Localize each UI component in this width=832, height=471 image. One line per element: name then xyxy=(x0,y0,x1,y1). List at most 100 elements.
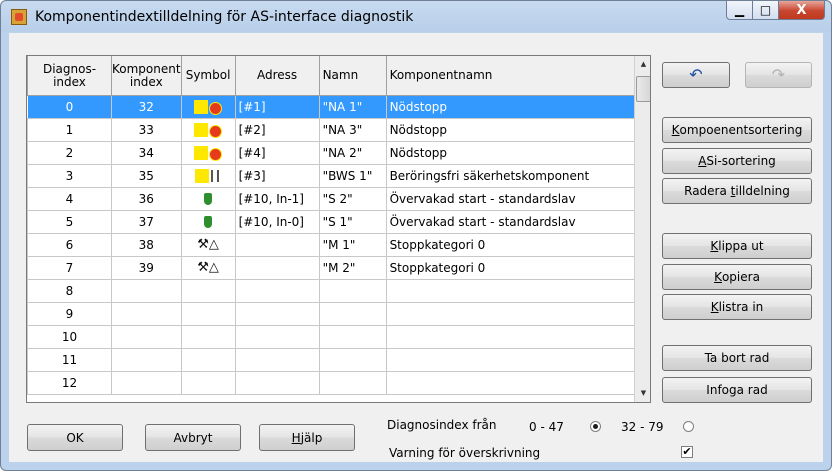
header-diagnos-index[interactable]: Diagnos-index xyxy=(27,56,112,96)
scroll-down-icon[interactable]: ▼ xyxy=(635,385,650,402)
cell-adress[interactable]: [#2] xyxy=(234,118,320,142)
cell-symbol[interactable] xyxy=(180,348,236,372)
table-row[interactable]: 9 xyxy=(27,302,644,326)
cell-komponent-index[interactable]: 35 xyxy=(111,164,182,188)
overwrite-warning-label[interactable]: Varning för överskrivning xyxy=(389,446,540,460)
cell-symbol[interactable]: ⚒△ xyxy=(180,233,236,257)
table-row[interactable]: 6 38 ⚒△ "M 1" Stoppkategori 0 xyxy=(27,233,644,257)
cell-adress[interactable]: [#1] xyxy=(234,95,320,119)
cell-symbol[interactable] xyxy=(180,279,236,303)
cell-symbol[interactable] xyxy=(180,95,236,119)
cell-adress[interactable] xyxy=(234,325,320,349)
range-32-79-label[interactable]: 32 - 79 xyxy=(621,420,664,434)
range-0-47-label[interactable]: 0 - 47 xyxy=(529,420,564,434)
cell-diagnos-index[interactable]: 0 xyxy=(27,95,112,119)
cell-namn[interactable] xyxy=(318,302,387,326)
cell-symbol[interactable] xyxy=(180,118,236,142)
cell-diagnos-index[interactable]: 12 xyxy=(27,371,112,395)
cell-symbol[interactable] xyxy=(180,210,236,234)
cell-komponent-index[interactable]: 34 xyxy=(111,141,182,165)
cell-komponent-index[interactable] xyxy=(111,325,182,349)
minimize-button[interactable]: ▁ xyxy=(726,1,753,20)
klistra-in-button[interactable]: Klistra in xyxy=(662,294,812,320)
cell-adress[interactable] xyxy=(234,279,320,303)
cell-symbol[interactable] xyxy=(180,187,236,211)
cell-komponentnamn[interactable]: Nödstopp xyxy=(385,95,644,119)
cell-adress[interactable]: [#10, In-1] xyxy=(234,187,320,211)
table-row[interactable]: 3 35 [#3] "BWS 1" Beröringsfri säkerhetskomp… xyxy=(27,164,644,188)
table-row[interactable]: 10 xyxy=(27,325,644,349)
cell-adress[interactable] xyxy=(234,233,320,257)
cell-diagnos-index[interactable]: 8 xyxy=(27,279,112,303)
redo-button[interactable]: ↷ xyxy=(745,62,812,88)
table-row[interactable]: 2 34 [#4] "NA 2" Nödstopp xyxy=(27,141,644,165)
hjalp-button[interactable]: Hjälp xyxy=(259,424,355,451)
cell-namn[interactable]: "NA 3" xyxy=(318,118,387,142)
cell-komponentnamn[interactable]: Beröringsfri säkerhetskomponent xyxy=(385,164,644,188)
table-row[interactable]: 5 37 [#10, In-0] "S 1" Övervakad start - sta… xyxy=(27,210,644,234)
cell-komponent-index[interactable]: 33 xyxy=(111,118,182,142)
table-row[interactable]: 11 xyxy=(27,348,644,372)
range-0-47-radio[interactable] xyxy=(590,421,601,432)
cell-komponentnamn[interactable]: Nödstopp xyxy=(385,141,644,165)
cell-namn[interactable]: "NA 2" xyxy=(318,141,387,165)
cell-adress[interactable] xyxy=(234,348,320,372)
radera-tilldelning-button[interactable]: Radera t illdelning xyxy=(662,178,812,204)
cell-namn[interactable] xyxy=(318,279,387,303)
cell-namn[interactable]: "BWS 1" xyxy=(318,164,387,188)
cell-diagnos-index[interactable]: 3 xyxy=(27,164,112,188)
table-row[interactable]: 7 39 ⚒△ "M 2" Stoppkategori 0 xyxy=(27,256,644,280)
cell-komponent-index[interactable]: 38 xyxy=(111,233,182,257)
header-adress[interactable]: Adress xyxy=(234,56,320,96)
cell-komponent-index[interactable]: 32 xyxy=(111,95,182,119)
cell-namn[interactable]: "M 1" xyxy=(318,233,387,257)
cell-adress[interactable] xyxy=(234,256,320,280)
assignment-grid[interactable]: Diagnos-index Komponent index Symbol Adre… xyxy=(26,55,651,403)
cell-diagnos-index[interactable]: 11 xyxy=(27,348,112,372)
cell-komponentnamn[interactable]: Nödstopp xyxy=(385,118,644,142)
cell-adress[interactable]: [#10, In-0] xyxy=(234,210,320,234)
cell-namn[interactable] xyxy=(318,371,387,395)
cell-diagnos-index[interactable]: 10 xyxy=(27,325,112,349)
scroll-thumb[interactable] xyxy=(636,76,650,102)
avbryt-button[interactable]: Avbryt xyxy=(145,424,241,451)
table-row[interactable]: 12 xyxy=(27,371,644,395)
cell-namn[interactable]: "S 1" xyxy=(318,210,387,234)
cell-diagnos-index[interactable]: 1 xyxy=(27,118,112,142)
cell-komponentnamn[interactable] xyxy=(385,371,644,395)
cell-symbol[interactable] xyxy=(180,325,236,349)
komponentsortering-button[interactable]: Kompoenentsortering xyxy=(662,117,812,143)
table-row[interactable]: 0 32 [#1] "NA 1" Nödstopp xyxy=(27,95,644,119)
ok-button[interactable]: OK xyxy=(27,424,123,451)
undo-button[interactable]: ↶ xyxy=(662,62,730,88)
cell-komponent-index[interactable] xyxy=(111,348,182,372)
maximize-button[interactable]: □ xyxy=(753,1,779,20)
cell-diagnos-index[interactable]: 4 xyxy=(27,187,112,211)
cell-diagnos-index[interactable]: 2 xyxy=(27,141,112,165)
header-komponentnamn[interactable]: Komponentnamn xyxy=(385,56,644,96)
close-button[interactable]: X xyxy=(779,1,825,20)
cell-symbol[interactable]: ⚒△ xyxy=(180,256,236,280)
overwrite-warning-checkbox[interactable]: ✔ xyxy=(681,446,693,458)
cell-symbol[interactable] xyxy=(180,302,236,326)
cell-komponentnamn[interactable] xyxy=(385,348,644,372)
scroll-up-icon[interactable]: ▲ xyxy=(635,56,650,73)
cell-komponentnamn[interactable]: Stoppkategori 0 xyxy=(385,233,644,257)
cell-komponent-index[interactable] xyxy=(111,302,182,326)
cell-komponentnamn[interactable] xyxy=(385,325,644,349)
cell-diagnos-index[interactable]: 7 xyxy=(27,256,112,280)
cell-diagnos-index[interactable]: 9 xyxy=(27,302,112,326)
table-row[interactable]: 4 36 [#10, In-1] "S 2" Övervakad start - sta… xyxy=(27,187,644,211)
kopiera-button[interactable]: Kopiera xyxy=(662,264,812,290)
cell-komponentnamn[interactable] xyxy=(385,302,644,326)
cell-komponent-index[interactable]: 36 xyxy=(111,187,182,211)
cell-komponent-index[interactable]: 37 xyxy=(111,210,182,234)
cell-symbol[interactable] xyxy=(180,164,236,188)
cell-symbol[interactable] xyxy=(180,371,236,395)
cell-komponent-index[interactable] xyxy=(111,279,182,303)
grid-vertical-scrollbar[interactable]: ▲ ▼ xyxy=(634,56,650,402)
asi-sortering-button[interactable]: A Si-sortering xyxy=(662,148,812,174)
cell-namn[interactable] xyxy=(318,325,387,349)
cell-symbol[interactable] xyxy=(180,141,236,165)
header-komponent-index[interactable]: Komponent index xyxy=(111,56,182,96)
